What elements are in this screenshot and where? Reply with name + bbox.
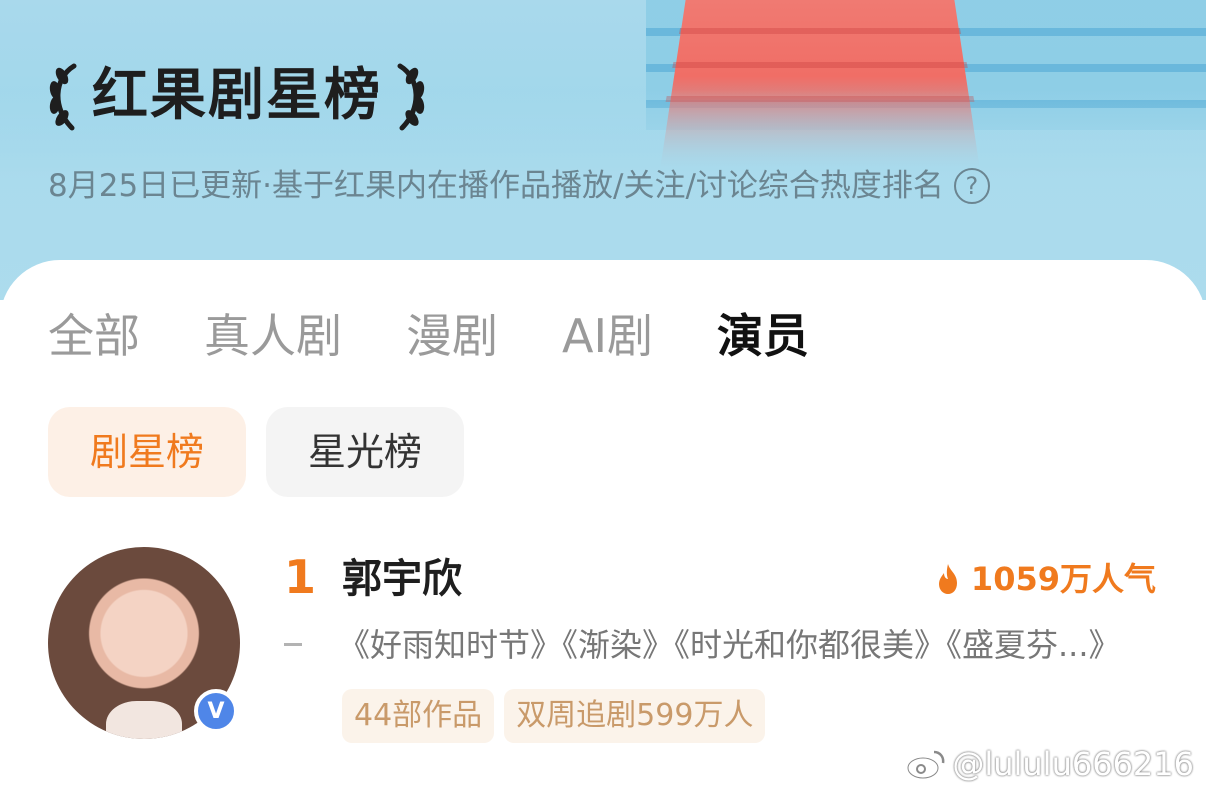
avatar[interactable]: V [48,547,240,739]
works-count-tag: 44部作品 [342,689,495,743]
tab-ai[interactable]: AI剧 [562,308,653,364]
ranking-subtabs: 剧星榜 星光榜 [48,407,465,497]
content-panel: 全部 真人剧 漫剧 AI剧 演员 剧星榜 星光榜 V 1 郭宇欣 1059万人气… [0,260,1206,790]
rank-number: 1 [284,550,317,604]
header-banner: 红果剧星榜 8月25日已更新·基于红果内在播作品播放/关注/讨论综合热度排名 ? [0,0,1206,300]
watermark: @lululu666216 [906,742,1194,786]
flame-icon [938,564,957,594]
tab-actors[interactable]: 演员 [717,308,809,364]
tag-row: 44部作品 双周追剧599万人 [342,689,766,743]
laurel-left-icon [49,63,77,131]
update-subtitle: 8月25日已更新·基于红果内在播作品播放/关注/讨论综合热度排名 ? [48,166,990,206]
category-tabs: 全部 真人剧 漫剧 AI剧 演员 [48,308,873,364]
subtab-starlight[interactable]: 星光榜 [266,407,465,497]
followers-tag: 双周追剧599万人 [504,689,766,743]
ranking-item[interactable]: V 1 郭宇欣 1059万人气 《好雨知时节》《渐染》《时光和你都很美》《盛夏芬… [48,547,1168,747]
works-dash [284,643,302,646]
tab-live-action[interactable]: 真人剧 [204,308,342,364]
page-title: 红果剧星榜 [92,63,382,128]
subtitle-text: 8月25日已更新·基于红果内在播作品播放/关注/讨论综合热度排名 [48,168,944,204]
popularity: 1059万人气 [935,557,1156,601]
title-row: 红果剧星榜 [44,56,430,136]
verified-icon: V [194,689,238,733]
banner-fade [0,0,1206,300]
tab-comic[interactable]: 漫剧 [406,308,498,364]
watermark-text: @lululu666216 [952,745,1194,783]
tab-all[interactable]: 全部 [48,308,140,364]
weibo-icon [906,750,945,780]
actor-name[interactable]: 郭宇欣 [342,553,462,605]
popularity-value: 1059万人气 [970,560,1156,598]
works-list: 《好雨知时节》《渐染》《时光和你都很美》《盛夏芬...》 [338,626,1121,664]
help-icon[interactable]: ? [953,168,990,204]
laurel-right-icon [397,63,425,131]
subtab-drama-star[interactable]: 剧星榜 [48,407,247,497]
